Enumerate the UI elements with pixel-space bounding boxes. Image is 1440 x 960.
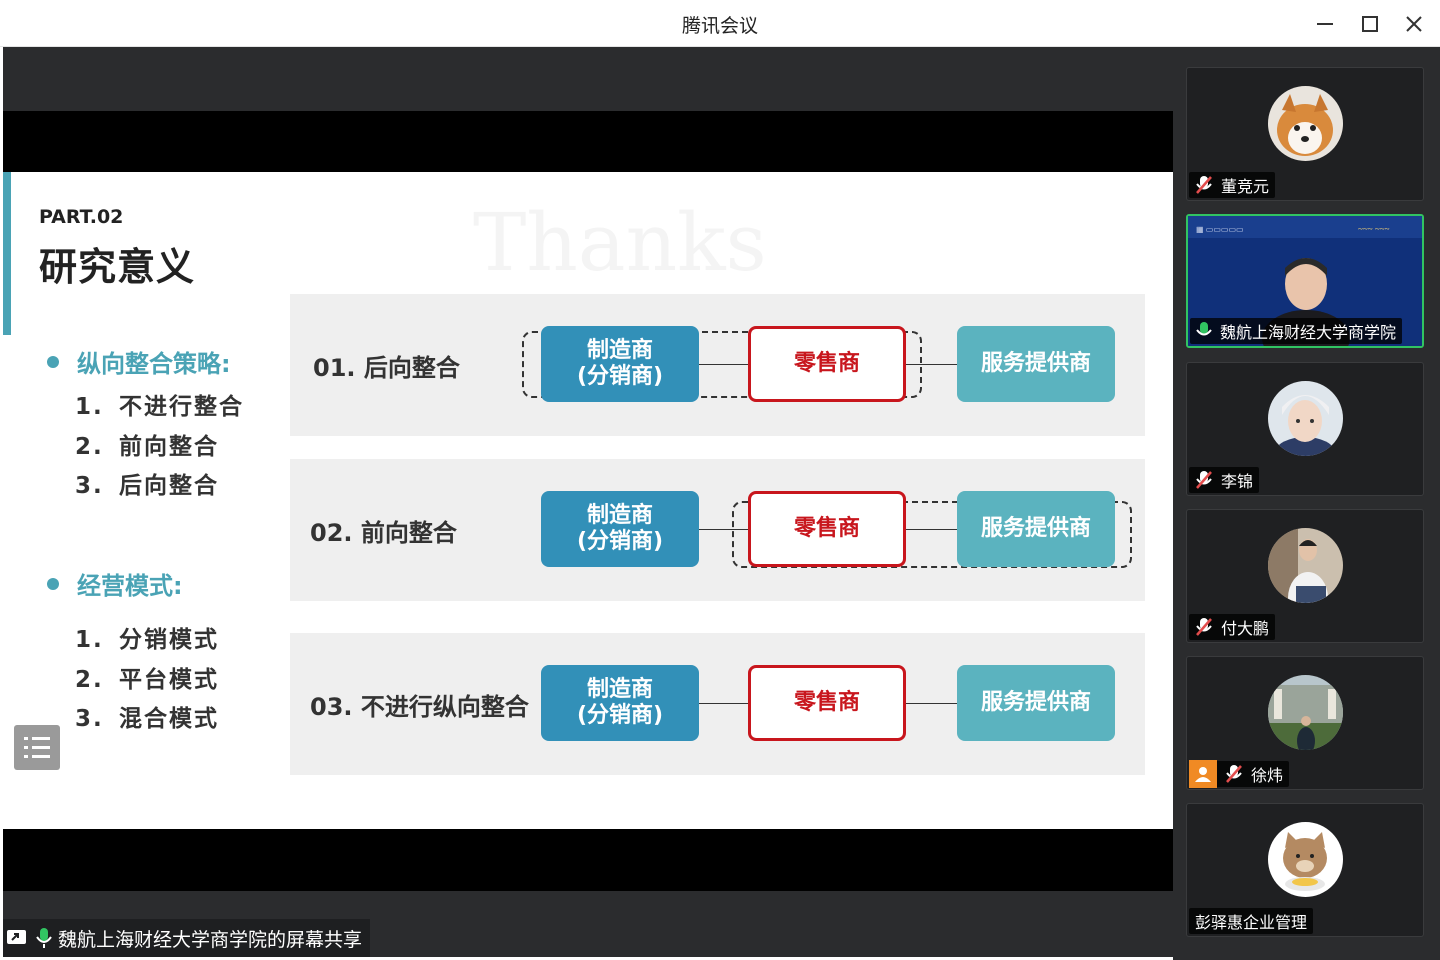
- integration-row-forward: 02. 前向整合 制造商 (分销商) 零售商 服务提供商: [290, 459, 1145, 601]
- avatar: [1268, 675, 1343, 750]
- participant-name-tag: 董竞元: [1189, 172, 1276, 198]
- mic-muted-icon: [1196, 176, 1212, 194]
- host-badge: [1189, 760, 1217, 788]
- row-label: 02. 前向整合: [310, 519, 457, 547]
- list-item: 3. 后向整合: [75, 473, 219, 499]
- slide-outline-button[interactable]: [14, 725, 60, 770]
- window-title: 腾讯会议: [681, 15, 758, 37]
- slide-watermark: Thanks: [473, 196, 767, 289]
- manufacturer-node: 制造商 (分销商): [541, 491, 699, 567]
- letterbox-bottom: [3, 829, 1173, 891]
- shared-screen-stage: Thanks PART.02 研究意义 纵向整合策略: 1. 不进行整合 2. 前向…: [3, 47, 1173, 957]
- avatar: [1268, 528, 1343, 603]
- slide-heading: 研究意义: [39, 245, 196, 289]
- section-title-text: 纵向整合策略:: [77, 350, 231, 378]
- user-icon: [1195, 767, 1211, 782]
- participant-name-tag: 付大鹏: [1189, 614, 1276, 640]
- list-item: 1. 分销模式: [75, 627, 219, 653]
- letterbox-top: [3, 111, 1173, 172]
- service-provider-node: 服务提供商: [957, 326, 1115, 402]
- connector-line: [906, 703, 957, 704]
- section-title-text: 经营模式:: [77, 572, 183, 600]
- service-provider-node: 服务提供商: [957, 665, 1115, 741]
- row-label: 03. 不进行纵向整合: [310, 693, 529, 721]
- participant-name-tag: 徐炜: [1189, 760, 1290, 788]
- minimize-icon: [1317, 23, 1333, 25]
- integration-row-none: 03. 不进行纵向整合 制造商 (分销商) 零售商 服务提供商: [290, 633, 1145, 775]
- participant-name-tag: 魏航上海财经大学商学院: [1190, 318, 1403, 344]
- microphone-icon: [36, 928, 52, 948]
- screen-share-indicator: 魏航上海财经大学商学院的屏幕共享: [3, 919, 371, 957]
- participant-tile[interactable]: 付大鹏: [1186, 509, 1424, 643]
- manufacturer-node: 制造商 (分销商): [541, 326, 699, 402]
- business-model-list: 1. 分销模式 2. 平台模式 3. 混合模式: [75, 620, 219, 739]
- avatar: [1268, 381, 1343, 456]
- row-label: 01. 后向整合: [313, 354, 460, 382]
- list-item: 2. 前向整合: [75, 433, 219, 460]
- list-item: 3. 混合模式: [75, 706, 219, 732]
- bullet-dot: [47, 577, 59, 590]
- close-button[interactable]: [1397, 8, 1431, 40]
- svg-text:▦ ▭▭▭▭▭: ▦ ▭▭▭▭▭: [1196, 225, 1244, 234]
- service-provider-node: 服务提供商: [957, 491, 1115, 567]
- integration-list: 1. 不进行整合 2. 前向整合 3. 后向整合: [75, 387, 244, 506]
- share-text: 魏航上海财经大学商学院的屏幕共享: [58, 928, 363, 951]
- mic-muted-icon: [1196, 618, 1212, 636]
- section-title-integration: 纵向整合策略:: [47, 344, 231, 379]
- participant-tile-active-speaker[interactable]: ▦ ▭▭▭▭▭ ~~~ ~~~ 魏航上海财经大学商学院: [1186, 214, 1424, 348]
- list-item: 1. 不进行整合: [75, 394, 244, 420]
- slide-part-label: PART.02: [39, 206, 124, 228]
- participant-tile[interactable]: 彭驿惠企业管理: [1186, 803, 1424, 937]
- slide-accent-bar: [3, 172, 11, 335]
- screen-share-icon: [7, 930, 26, 944]
- retailer-node: 零售商: [748, 326, 906, 402]
- mic-muted-icon: [1226, 765, 1242, 783]
- avatar: [1268, 86, 1343, 161]
- minimize-button[interactable]: [1308, 8, 1342, 40]
- mic-muted-icon: [1196, 471, 1212, 489]
- avatar: [1268, 822, 1343, 897]
- section-title-business-model: 经营模式:: [47, 566, 183, 601]
- list-item: 2. 平台模式: [75, 666, 219, 693]
- close-icon: [1406, 16, 1422, 32]
- participant-name-tag: 李锦: [1189, 467, 1260, 493]
- bullet-dot: [47, 355, 59, 368]
- retailer-node: 零售商: [748, 491, 906, 567]
- participant-tile[interactable]: 李锦: [1186, 362, 1424, 496]
- manufacturer-node: 制造商 (分销商): [541, 665, 699, 741]
- maximize-button[interactable]: [1353, 8, 1387, 40]
- participant-panel: 董竞元 ▦ ▭▭▭▭▭ ~~~ ~~~ 魏航上海财经大学商学院 李锦 付大鹏 徐…: [1173, 47, 1440, 960]
- participant-name-tag: 彭驿惠企业管理: [1189, 908, 1314, 934]
- svg-text:~~~ ~~~: ~~~ ~~~: [1358, 224, 1390, 234]
- integration-row-backward: 01. 后向整合 制造商 (分销商) 零售商 服务提供商: [290, 294, 1145, 436]
- participant-tile[interactable]: 徐炜: [1186, 656, 1424, 790]
- microphone-icon: [1196, 322, 1212, 336]
- retailer-node: 零售商: [748, 665, 906, 741]
- title-bar: 腾讯会议: [0, 0, 1440, 47]
- maximize-icon: [1362, 16, 1378, 32]
- participant-tile[interactable]: 董竞元: [1186, 67, 1424, 201]
- connector-line: [699, 703, 748, 704]
- presentation-slide: Thanks PART.02 研究意义 纵向整合策略: 1. 不进行整合 2. 前向…: [3, 172, 1173, 829]
- list-icon: [24, 736, 50, 758]
